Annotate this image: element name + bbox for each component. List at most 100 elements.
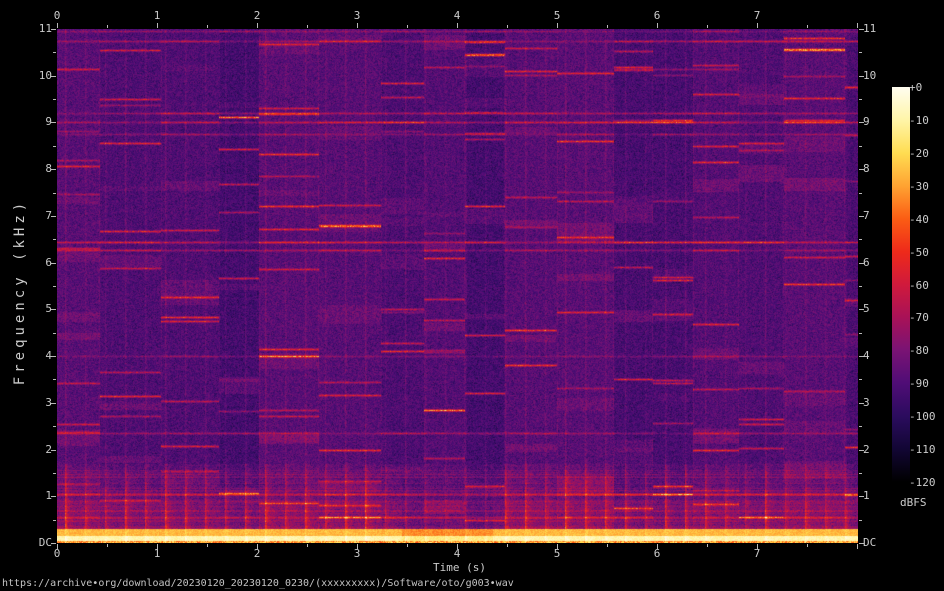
y-minor-tick-right: [859, 239, 862, 240]
y-minor-tick-left: [53, 286, 56, 287]
y-tick-label-left: 11: [38, 22, 52, 35]
y-minor-tick-right: [859, 286, 862, 287]
y-tick-label-right: 3: [863, 396, 870, 409]
y-tick-label-left: 8: [45, 162, 52, 175]
x-minor-tick-bottom: [107, 544, 108, 547]
x-minor-tick-top: [607, 25, 608, 28]
y-minor-tick-right: [859, 146, 862, 147]
x-minor-tick-top: [407, 25, 408, 28]
x-minor-tick-bottom: [407, 544, 408, 547]
y-tick-label-left: 9: [45, 115, 52, 128]
x-minor-tick-bottom: [207, 544, 208, 547]
y-minor-tick-right: [859, 426, 862, 427]
y-minor-tick-left: [53, 193, 56, 194]
x-tick-label-top: 7: [753, 9, 761, 22]
colorbar-tick-label: -100: [909, 410, 936, 423]
y-tick-label-right: 2: [863, 443, 870, 456]
y-minor-tick-right: [859, 379, 862, 380]
colorbar-unit-label: dBFS: [900, 496, 927, 509]
x-axis-title: Time (s): [433, 561, 486, 574]
x-minor-tick-bottom: [807, 544, 808, 547]
y-tick-label-left: 3: [45, 396, 52, 409]
y-minor-tick-right: [859, 520, 862, 521]
y-minor-tick-right: [859, 52, 862, 53]
x-minor-tick-bottom: [507, 544, 508, 547]
y-tick-label-right: 8: [863, 162, 870, 175]
colorbar-tick-label: -10: [909, 114, 929, 127]
x-minor-tick-top: [507, 25, 508, 28]
y-minor-tick-left: [53, 333, 56, 334]
colorbar-tick-label: -110: [909, 443, 936, 456]
y-tick-label-right: 5: [863, 302, 870, 315]
y-minor-tick-right: [859, 99, 862, 100]
spectrogram-canvas: [57, 29, 858, 543]
y-tick-label-right: 10: [863, 69, 877, 82]
x-tick-label-top: 5: [553, 9, 561, 22]
x-minor-tick-top: [807, 25, 808, 28]
source-url-text: https://archive•org/download/20230120_20…: [2, 578, 514, 589]
x-minor-tick-top: [307, 25, 308, 28]
y-axis-title: Frequency (kHz): [12, 198, 28, 386]
x-tick-label-top: 3: [353, 9, 361, 22]
x-tick-label-top: 4: [453, 9, 461, 22]
colorbar-tick-label: -50: [909, 246, 929, 259]
colorbar-tick-label: -70: [909, 311, 929, 324]
x-major-tick-top: [157, 23, 158, 28]
y-tick-label-left: 10: [38, 69, 52, 82]
y-minor-tick-left: [53, 146, 56, 147]
x-major-tick-top: [557, 23, 558, 28]
y-minor-tick-left: [53, 379, 56, 380]
x-tick-label-bottom: 7: [753, 547, 761, 560]
y-tick-label-right: 7: [863, 209, 870, 222]
y-minor-tick-left: [53, 239, 56, 240]
y-minor-tick-right: [859, 473, 862, 474]
y-tick-label-left: 1: [45, 489, 52, 502]
y-tick-label-right: 4: [863, 349, 870, 362]
x-major-tick-top: [57, 23, 58, 28]
colorbar-gradient: [892, 87, 910, 482]
colorbar-tick-label: +0: [909, 81, 923, 94]
x-minor-tick-bottom: [307, 544, 308, 547]
y-minor-tick-left: [53, 99, 56, 100]
x-tick-label-bottom: 6: [653, 547, 661, 560]
x-minor-tick-bottom: [607, 544, 608, 547]
x-minor-tick-top: [207, 25, 208, 28]
colorbar-tick-label: -30: [909, 180, 929, 193]
y-tick-label-right: 1: [863, 489, 870, 502]
y-tick-label-left: DC: [38, 536, 52, 549]
x-tick-label-bottom: 5: [553, 547, 561, 560]
x-major-tick-bottom: [857, 544, 858, 549]
y-tick-label-right: 6: [863, 256, 870, 269]
y-tick-label-right: 11: [863, 22, 877, 35]
x-tick-label-bottom: 0: [53, 547, 61, 560]
colorbar-tick-label: -20: [909, 147, 929, 160]
x-major-tick-top: [357, 23, 358, 28]
x-major-tick-top: [757, 23, 758, 28]
x-tick-label-bottom: 3: [353, 547, 361, 560]
colorbar-tick-label: -120: [909, 476, 936, 489]
x-minor-tick-top: [107, 25, 108, 28]
y-minor-tick-left: [53, 52, 56, 53]
x-major-tick-top: [257, 23, 258, 28]
spectrogram-figure: 0 0 1 1 2 2 3 3 4 4 5 5 6 6 7 7 11 11 10 10 9 9 8 8 7 7 6 6 5 5 4 4 3 3 2 2…: [0, 0, 944, 591]
x-tick-label-top: 0: [53, 9, 61, 22]
x-minor-tick-top: [707, 25, 708, 28]
colorbar-tick-label: -90: [909, 377, 929, 390]
y-minor-tick-right: [859, 333, 862, 334]
colorbar-tick-label: -80: [909, 344, 929, 357]
y-tick-label-right: 9: [863, 115, 870, 128]
x-major-tick-top: [457, 23, 458, 28]
x-minor-tick-bottom: [707, 544, 708, 547]
x-tick-label-bottom: 4: [453, 547, 461, 560]
y-minor-tick-left: [53, 426, 56, 427]
y-minor-tick-right: [859, 193, 862, 194]
x-tick-label-bottom: 1: [153, 547, 161, 560]
x-tick-label-top: 2: [253, 9, 261, 22]
x-tick-label-top: 6: [653, 9, 661, 22]
y-minor-tick-left: [53, 520, 56, 521]
x-tick-label-top: 1: [153, 9, 161, 22]
x-major-tick-top: [657, 23, 658, 28]
colorbar-tick-label: -40: [909, 213, 929, 226]
x-tick-label-bottom: 2: [253, 547, 261, 560]
y-tick-label-right: DC: [863, 536, 877, 549]
